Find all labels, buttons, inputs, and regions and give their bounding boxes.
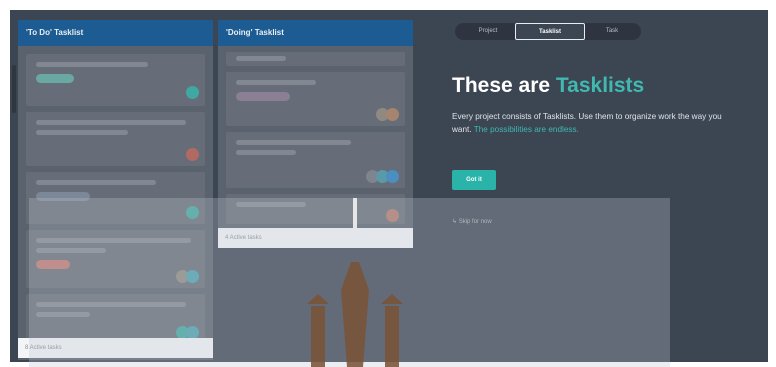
- task-title-line: [236, 80, 316, 85]
- tour-description-highlight: The possibilities are endless.: [473, 125, 579, 134]
- task-card[interactable]: [26, 54, 205, 106]
- task-title-line: [236, 56, 286, 61]
- got-it-button[interactable]: Got it: [452, 170, 496, 190]
- task-tag: [36, 74, 74, 83]
- step-tasklist-active[interactable]: Tasklist: [515, 23, 585, 40]
- scrollbar[interactable]: [12, 65, 16, 113]
- todo-tasklist-header[interactable]: 'To Do' Tasklist: [18, 20, 213, 46]
- task-card[interactable]: [226, 52, 405, 66]
- task-title-line: [36, 62, 148, 67]
- assignee-avatar: [186, 86, 199, 99]
- task-title-line: [36, 180, 156, 185]
- doing-tasklist-header[interactable]: 'Doing' Tasklist: [218, 20, 413, 46]
- watermark-logo-shape: [307, 198, 403, 367]
- assignee-avatar: [186, 148, 199, 161]
- step-task[interactable]: Task: [583, 23, 641, 40]
- watermark-logo: [305, 198, 405, 367]
- assignee-avatar: [386, 170, 399, 183]
- assignee-avatar: [386, 108, 399, 121]
- task-title-line: [236, 140, 351, 145]
- task-card[interactable]: [226, 132, 405, 188]
- tour-title-prefix: These are: [452, 74, 556, 97]
- task-title-line: [36, 130, 128, 135]
- tour-description: Every project consists of Tasklists. Use…: [452, 110, 742, 136]
- task-tag: [236, 92, 290, 101]
- tour-title-highlight: Tasklists: [555, 74, 645, 97]
- step-project[interactable]: Project: [455, 23, 521, 40]
- task-card[interactable]: [226, 72, 405, 126]
- screenshot-frame: 'To Do' Tasklist 8 Active tasks 'Doing' …: [0, 0, 776, 367]
- task-card[interactable]: [26, 112, 205, 166]
- tour-title: These are Tasklists: [452, 74, 644, 98]
- onboarding-stepper: Project Task Tasklist: [455, 23, 641, 40]
- task-title-line: [236, 150, 296, 155]
- task-title-line: [36, 120, 186, 125]
